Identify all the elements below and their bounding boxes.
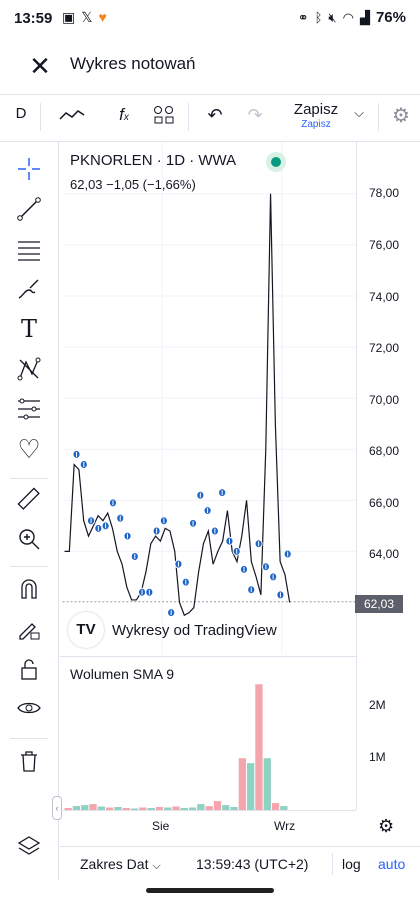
volume-bar [238,758,246,810]
mute-icon: 🔇︎ [328,9,337,25]
grid-icon[interactable] [152,105,176,129]
battery-level: 76% [375,9,406,26]
image-icon: ▣ [62,9,76,25]
price-chart[interactable] [60,142,360,654]
price-tick: 66,00 [369,496,400,510]
save-sublabel: Zapisz [301,119,331,130]
time-axis[interactable]: Sie Wrz [60,810,356,843]
price-tick: 76,00 [369,238,400,252]
heart-icon: ♥ [98,9,107,25]
toolbar-divider [10,738,48,739]
toolbar-divider [10,478,48,479]
price-tick: 78,00 [369,186,400,200]
channel-icon[interactable] [14,234,44,264]
eye-icon[interactable] [14,694,44,724]
volume-pane-title[interactable]: Wolumen SMA 9 [70,666,174,682]
timezone-clock[interactable]: 13:59:43 (UTC+2) [196,856,308,872]
bottom-divider [332,853,333,875]
volume-bar [255,684,263,810]
price-tick: 74,00 [369,290,400,304]
interval-button[interactable]: D [14,105,28,122]
brush-icon[interactable] [14,274,44,304]
drawing-toolbar: T ♡ [0,142,59,880]
chart-settings-gear-icon[interactable]: ⚙ [378,816,394,837]
chart-toolbar: D fx ↶ ↷ Zapisz Zapisz ⌵ ⚙ [0,95,420,142]
time-tick: Sie [152,819,170,833]
time-tick: Wrz [274,819,296,833]
link-icon: ⚭ [297,9,309,25]
date-range-label: Zakres Dat [80,856,149,872]
date-range-button[interactable]: Zakres Dat ⌵ [80,856,161,873]
trend-line-icon[interactable] [14,194,44,224]
volume-bar [247,763,255,810]
price-series-line [64,193,291,617]
volume-tick: 2M [369,698,386,712]
log-scale-toggle[interactable]: log [342,856,361,872]
auto-scale-toggle[interactable]: auto [378,856,405,872]
current-price-label: 62,03 [355,595,403,613]
toolbar-divider [40,103,41,131]
save-label: Zapisz [293,101,339,118]
volume-tick: 1M [369,750,386,764]
line-chart-icon[interactable] [58,105,86,129]
status-time: 13:59 [14,10,53,27]
volume-bar [263,758,271,810]
chevron-down-icon: ⌵ [152,860,161,872]
toolbar-divider [10,566,48,567]
toolbar-divider [378,103,379,131]
status-bar: 13:59 ▣ 𝕏 ♥ ⚭ ᛒ 🔇︎ ◠ ▟ 76% [0,0,420,38]
page-title: Wykres notowań [70,54,196,73]
bluetooth-icon: ᛒ [314,10,323,25]
heart-icon[interactable]: ♡ [14,434,44,464]
system-icons: ⚭ ᛒ 🔇︎ ◠ ▟ 76% [298,9,406,26]
price-tick: 72,00 [369,341,400,355]
zoom-in-icon[interactable] [14,524,44,554]
layers-icon[interactable] [14,832,44,862]
market-status-icon[interactable] [266,152,286,172]
last-price: 62,03 [70,177,103,192]
crosshair-icon[interactable] [14,154,44,184]
lock-pencil-icon[interactable] [14,614,44,644]
notification-icons: ▣ 𝕏 ♥ [62,9,107,26]
x-icon: 𝕏 [81,9,93,25]
app-bar: ✕ Wykres notowań [0,38,420,95]
text-icon[interactable]: T [14,314,44,344]
gesture-navigation-bar[interactable] [146,888,274,893]
close-icon[interactable]: ✕ [22,50,58,86]
volume-bar [213,801,222,810]
tradingview-watermark[interactable]: Wykresy od TradingView [112,622,277,639]
symbol-legend-values: 62,03 −1,05 (−1,66%) [70,177,196,192]
price-change: −1,05 (−1,66%) [106,177,196,192]
redo-icon[interactable]: ↷ [244,105,266,126]
save-button[interactable]: Zapisz Zapisz [286,101,346,130]
undo-icon[interactable]: ↶ [204,105,226,126]
chevron-down-icon[interactable]: ⌵ [352,105,366,121]
price-tick: 68,00 [369,444,400,458]
toolbar-divider [188,103,189,131]
gear-icon[interactable]: ⚙ [390,103,412,128]
unlock-icon[interactable] [14,654,44,684]
price-tick: 70,00 [369,393,400,407]
trash-icon[interactable] [14,746,44,776]
magnet-icon[interactable] [14,574,44,604]
symbol-legend-title[interactable]: PKNORLEN · 1D · WWA [70,152,236,169]
pattern-icon[interactable] [14,354,44,384]
price-axis[interactable]: 78,00 76,00 74,00 72,00 70,00 68,00 66,0… [356,142,420,810]
price-tick: 64,00 [369,547,400,561]
signal-icon: ▟ [359,9,370,25]
wifi-icon: ◠ [342,9,354,25]
measure-icon[interactable] [14,394,44,424]
tradingview-logo[interactable]: TV [68,612,104,648]
ruler-icon[interactable] [14,484,44,514]
fx-icon[interactable]: fx [112,105,136,125]
volume-bar [271,803,280,810]
bottom-bar: Zakres Dat ⌵ 13:59:43 (UTC+2) log auto [60,846,420,881]
